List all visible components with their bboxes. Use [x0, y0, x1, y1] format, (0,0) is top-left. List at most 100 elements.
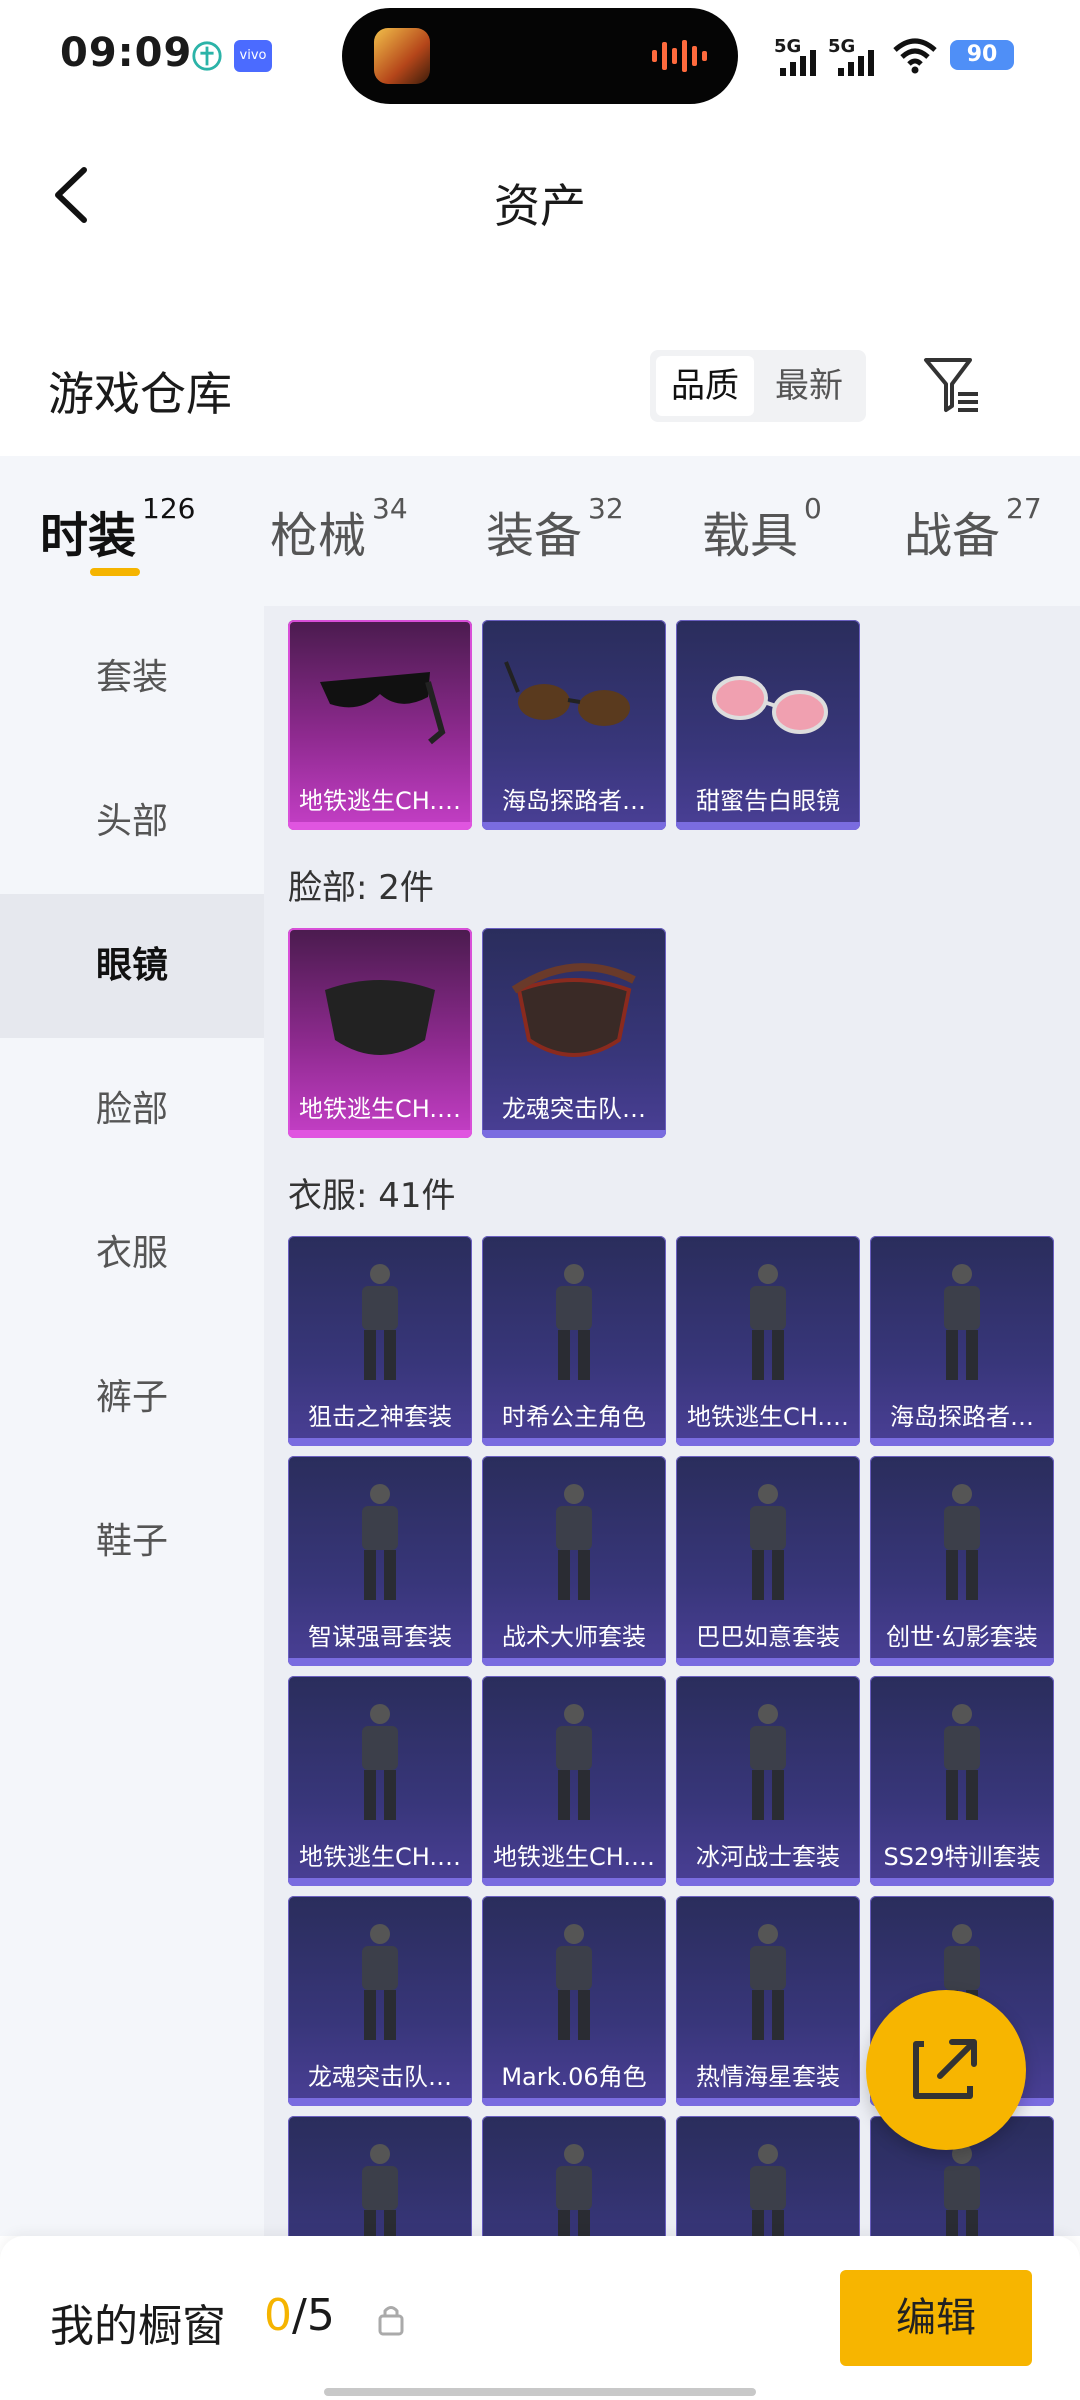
- item-card[interactable]: 龙魂突击队…: [482, 928, 666, 1138]
- item-name: 龙魂突击队…: [308, 2063, 452, 2091]
- outfit-icon: [556, 2144, 592, 2236]
- item-card[interactable]: 狙击之神套装: [288, 1236, 472, 1446]
- item-name: 热情海星套装: [696, 2063, 840, 2091]
- item-card[interactable]: 龙魂突击队…: [288, 1896, 472, 2106]
- section-title-clothes: 衣服: 41件: [288, 1176, 456, 1216]
- rarity-bar: [482, 822, 666, 830]
- outfit-icon: [750, 2144, 786, 2236]
- tab-supplies[interactable]: 战备 27: [904, 492, 1042, 566]
- rarity-bar: [676, 822, 860, 830]
- rarity-bar: [676, 1658, 860, 1666]
- tab-equipment[interactable]: 装备 32: [486, 492, 624, 566]
- sidebar-item-head[interactable]: 头部: [0, 750, 264, 894]
- sidebar-item-suits[interactable]: 套装: [0, 606, 264, 750]
- rarity-bar: [288, 1130, 472, 1138]
- item-card[interactable]: 甜蜜告白眼镜: [676, 620, 860, 830]
- item-name: 海岛探路者…: [890, 1403, 1034, 1431]
- category-tabs: 时装 126 枪械 34 装备 32 载具 0 战备 27: [0, 456, 1080, 606]
- tab-count: 126: [142, 492, 196, 525]
- outfit-icon: [556, 1924, 592, 2040]
- item-card[interactable]: Mark.06角色: [482, 1896, 666, 2106]
- item-card[interactable]: [676, 2116, 860, 2236]
- item-card[interactable]: 巴巴如意套装: [676, 1456, 860, 1666]
- rarity-bar: [482, 1438, 666, 1446]
- tab-count: 27: [1006, 492, 1042, 525]
- item-name: 地铁逃生CH.…: [686, 1403, 849, 1431]
- sidebar-item-pants[interactable]: 裤子: [0, 1326, 264, 1470]
- tab-count: 0: [804, 492, 822, 525]
- item-card[interactable]: [482, 2116, 666, 2236]
- sidebar-item-shoes[interactable]: 鞋子: [0, 1470, 264, 1614]
- active-tab-indicator: [90, 568, 140, 576]
- item-card[interactable]: 智谋强哥套装: [288, 1456, 472, 1666]
- item-name: 智谋强哥套装: [308, 1623, 452, 1651]
- share-icon: [913, 2039, 977, 2099]
- sidebar: 套装 头部 眼镜 脸部 衣服 裤子 鞋子: [0, 606, 264, 2236]
- item-card[interactable]: 创世·幻影套装: [870, 1456, 1054, 1666]
- showcase-count: 0/5: [264, 2290, 335, 2341]
- audio-wave-icon: [652, 40, 707, 72]
- rarity-bar: [482, 1878, 666, 1886]
- outfit-icon: [556, 1484, 592, 1600]
- item-card[interactable]: 地铁逃生CH.…: [482, 1676, 666, 1886]
- outfit-icon: [944, 1264, 980, 1380]
- item-card[interactable]: 战术大师套装: [482, 1456, 666, 1666]
- outfit-icon: [556, 1704, 592, 1820]
- rarity-bar: [288, 1658, 472, 1666]
- item-name: 甜蜜告白眼镜: [696, 787, 840, 815]
- item-card[interactable]: 热情海星套装: [676, 1896, 860, 2106]
- rarity-bar: [482, 2098, 666, 2106]
- item-card[interactable]: 冰河战士套装: [676, 1676, 860, 1886]
- item-card[interactable]: 时希公主角色: [482, 1236, 666, 1446]
- edit-button[interactable]: 编辑: [840, 2270, 1032, 2366]
- tab-count: 32: [588, 492, 624, 525]
- share-button[interactable]: [866, 1990, 1026, 2150]
- sidebar-item-face[interactable]: 脸部: [0, 1038, 264, 1182]
- home-indicator[interactable]: [324, 2388, 756, 2396]
- showcase-count-total: /5: [292, 2290, 335, 2341]
- sidebar-item-glasses[interactable]: 眼镜: [0, 894, 264, 1038]
- outfit-icon: [944, 2144, 980, 2236]
- tab-label: 装备: [486, 508, 583, 564]
- rarity-bar: [676, 1438, 860, 1446]
- outfit-icon: [944, 1484, 980, 1600]
- item-card[interactable]: 地铁逃生CH.…: [288, 620, 472, 830]
- item-card[interactable]: 地铁逃生CH.…: [288, 928, 472, 1138]
- rarity-bar: [482, 1658, 666, 1666]
- outfit-icon: [362, 1484, 398, 1600]
- item-name: 战术大师套装: [502, 1623, 646, 1651]
- filter-icon[interactable]: [920, 352, 984, 416]
- item-card[interactable]: [288, 2116, 472, 2236]
- tab-vehicles[interactable]: 载具 0: [702, 492, 822, 566]
- battery-indicator: 90: [950, 40, 1014, 70]
- warehouse-title: 游戏仓库: [48, 367, 232, 421]
- vivo-icon: vivo: [234, 40, 272, 72]
- item-card[interactable]: 海岛探路者…: [870, 1236, 1054, 1446]
- rarity-bar: [482, 1130, 666, 1138]
- outfit-icon: [750, 1924, 786, 2040]
- tab-fashion[interactable]: 时装 126: [40, 492, 195, 566]
- item-card[interactable]: 地铁逃生CH.…: [288, 1676, 472, 1886]
- outfit-icon: [556, 1264, 592, 1380]
- rarity-bar: [676, 1878, 860, 1886]
- signal-1-icon: [780, 50, 816, 76]
- tab-label: 载具: [702, 508, 799, 564]
- sidebar-item-clothes[interactable]: 衣服: [0, 1182, 264, 1326]
- item-card[interactable]: 地铁逃生CH.…: [676, 1236, 860, 1446]
- sort-toggle: 品质 最新: [650, 350, 866, 422]
- tab-guns[interactable]: 枪械 34: [270, 492, 408, 566]
- item-card[interactable]: 海岛探路者…: [482, 620, 666, 830]
- rarity-bar: [288, 2098, 472, 2106]
- tab-label: 战备: [904, 508, 1001, 564]
- outfit-icon: [750, 1704, 786, 1820]
- rarity-bar: [288, 1878, 472, 1886]
- page-title: 资产: [494, 179, 586, 233]
- dynamic-island[interactable]: [342, 8, 738, 104]
- item-card[interactable]: SS29特训套装: [870, 1676, 1054, 1886]
- showcase-count-current: 0: [264, 2290, 292, 2341]
- outfit-icon: [362, 1264, 398, 1380]
- sort-newest-button[interactable]: 最新: [760, 356, 858, 416]
- game-app-icon[interactable]: [374, 28, 430, 84]
- sort-quality-button[interactable]: 品质: [656, 356, 754, 416]
- outfit-icon: [944, 1704, 980, 1820]
